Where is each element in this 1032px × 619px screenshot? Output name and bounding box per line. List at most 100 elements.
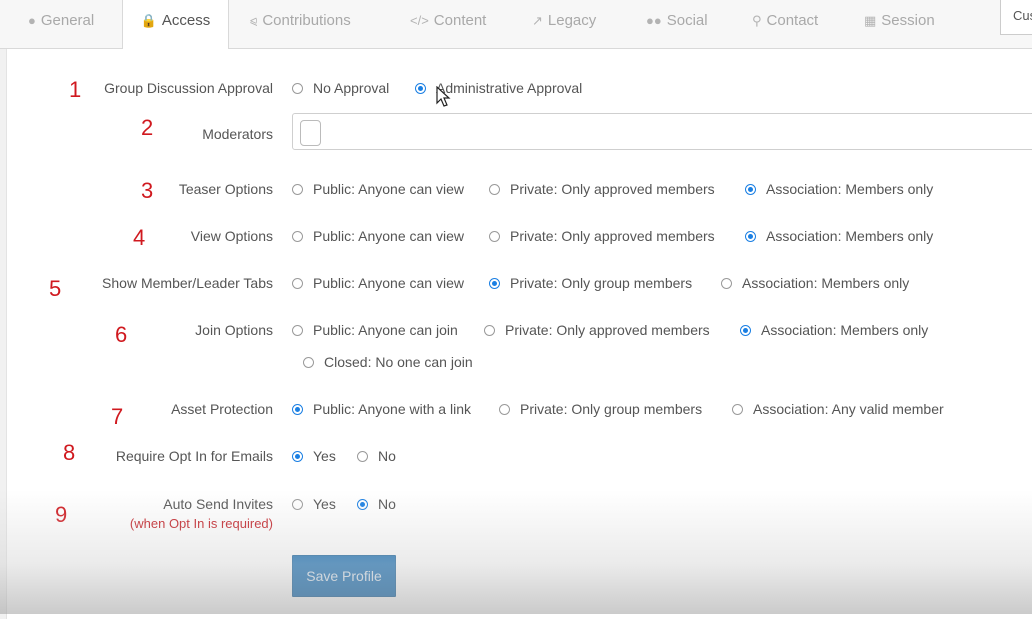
member-tabs-option[interactable]: Public: Anyone can view	[292, 275, 464, 291]
tab-session[interactable]: ▦ Session	[864, 0, 935, 48]
opt-in-option[interactable]: No	[357, 448, 396, 464]
annotation-6: 6	[115, 322, 128, 347]
teaser-option[interactable]: Public: Anyone can view	[292, 181, 464, 197]
radio-icon[interactable]	[292, 404, 303, 415]
member-tabs-option[interactable]: Association: Members only	[721, 275, 909, 291]
tab-general[interactable]: ● General	[28, 0, 94, 48]
option-label: Public: Anyone can view	[313, 275, 464, 291]
asset-protection-label: Asset Protection	[171, 401, 273, 417]
option-label: Closed: No one can join	[324, 354, 473, 370]
radio-icon[interactable]	[292, 325, 303, 336]
option-label: Administrative Approval	[436, 80, 583, 96]
join-option[interactable]: Public: Anyone can join	[292, 322, 458, 338]
annotation-1: 1	[69, 77, 82, 102]
user-icon: ●	[28, 13, 36, 28]
moderators-input[interactable]	[292, 113, 1032, 150]
join-option[interactable]: Association: Members only	[740, 322, 928, 338]
radio-icon[interactable]	[292, 278, 303, 289]
tab-content-label: Content	[433, 12, 487, 29]
option-label: Public: Anyone can join	[313, 322, 458, 338]
teaser-option[interactable]: Private: Only approved members	[489, 181, 715, 197]
option-label: Association: Members only	[766, 228, 934, 244]
radio-icon[interactable]	[292, 451, 303, 462]
radio-icon[interactable]	[489, 184, 500, 195]
option-label: Association: Members only	[761, 322, 929, 338]
auto-send-label: Auto Send Invites	[163, 496, 273, 512]
asset-option[interactable]: Public: Anyone with a link	[292, 401, 471, 417]
option-label: No	[378, 448, 396, 464]
mouse-cursor-icon	[436, 86, 451, 107]
radio-icon[interactable]	[415, 83, 426, 94]
save-profile-button[interactable]: Save Profile	[292, 555, 396, 597]
member-tabs-label: Show Member/Leader Tabs	[102, 275, 273, 291]
share-icon: ⪨	[250, 13, 258, 28]
group-discussion-label: Group Discussion Approval	[104, 80, 273, 96]
radio-icon[interactable]	[303, 357, 314, 368]
option-label: Private: Only approved members	[505, 322, 710, 338]
asset-option[interactable]: Private: Only group members	[499, 401, 702, 417]
annotation-2: 2	[141, 115, 154, 140]
option-label: No	[378, 496, 396, 512]
option-label: Public: Anyone with a link	[313, 401, 471, 417]
radio-icon[interactable]	[732, 404, 743, 415]
tab-session-label: Session	[881, 12, 935, 29]
tab-contact-label: Contact	[766, 12, 819, 29]
radio-icon[interactable]	[745, 184, 756, 195]
option-label: Private: Only approved members	[510, 228, 715, 244]
member-tabs-option[interactable]: Private: Only group members	[489, 275, 692, 291]
radio-icon[interactable]	[721, 278, 732, 289]
radio-icon[interactable]	[357, 499, 368, 510]
annotation-3: 3	[141, 178, 154, 203]
tab-contact[interactable]: ⚲ Contact	[752, 0, 818, 48]
auto-send-option[interactable]: No	[357, 496, 396, 512]
moderator-token-placeholder[interactable]	[300, 120, 321, 146]
option-label: Association: Members only	[742, 275, 910, 291]
radio-icon[interactable]	[489, 231, 500, 242]
radio-icon[interactable]	[292, 83, 303, 94]
access-settings-panel: 1 2 3 4 5 6 7 8 9 Group Discussion Appro…	[6, 49, 1032, 619]
users-icon: ●●	[646, 13, 662, 28]
option-label: Public: Anyone can view	[313, 181, 464, 197]
option-label: Public: Anyone can view	[313, 228, 464, 244]
tab-legacy[interactable]: ↗ Legacy	[532, 0, 596, 48]
tab-social-label: Social	[666, 12, 708, 29]
radio-icon[interactable]	[292, 231, 303, 242]
view-option[interactable]: Private: Only approved members	[489, 228, 715, 244]
join-option[interactable]: Private: Only approved members	[484, 322, 710, 338]
annotation-8: 8	[63, 440, 76, 465]
tab-access[interactable]: 🔒 Access	[122, 0, 229, 49]
tab-social[interactable]: ●● Social	[646, 0, 708, 48]
radio-icon[interactable]	[292, 499, 303, 510]
opt-in-label: Require Opt In for Emails	[115, 448, 273, 464]
teaser-options-label: Teaser Options	[178, 181, 273, 197]
annotation-9: 9	[55, 502, 68, 527]
auto-send-option[interactable]: Yes	[292, 496, 336, 512]
tab-content[interactable]: </> Content	[410, 0, 486, 48]
group-discussion-option[interactable]: No Approval	[292, 80, 389, 96]
option-label: Association: Any valid member	[753, 401, 944, 417]
opt-in-option[interactable]: Yes	[292, 448, 336, 464]
annotation-7: 7	[111, 404, 124, 429]
tab-legacy-label: Legacy	[547, 12, 597, 29]
code-icon: </>	[410, 13, 429, 28]
tab-contributions[interactable]: ⪨ Contributions	[250, 0, 351, 48]
moderators-label: Moderators	[202, 126, 273, 142]
tab-general-label: General	[40, 12, 95, 29]
join-option[interactable]: Closed: No one can join	[303, 354, 473, 370]
radio-icon[interactable]	[499, 404, 510, 415]
radio-icon[interactable]	[357, 451, 368, 462]
radio-icon[interactable]	[484, 325, 495, 336]
option-label: No Approval	[313, 80, 390, 96]
option-label: Private: Only approved members	[510, 181, 715, 197]
customize-button[interactable]: Cus	[1000, 0, 1032, 35]
radio-icon[interactable]	[745, 231, 756, 242]
calendar-icon: ▦	[864, 13, 877, 28]
asset-option[interactable]: Association: Any valid member	[732, 401, 944, 417]
view-option[interactable]: Association: Members only	[745, 228, 933, 244]
radio-icon[interactable]	[740, 325, 751, 336]
radio-icon[interactable]	[489, 278, 500, 289]
view-option[interactable]: Public: Anyone can view	[292, 228, 464, 244]
option-label: Private: Only group members	[510, 275, 693, 291]
teaser-option[interactable]: Association: Members only	[745, 181, 933, 197]
radio-icon[interactable]	[292, 184, 303, 195]
